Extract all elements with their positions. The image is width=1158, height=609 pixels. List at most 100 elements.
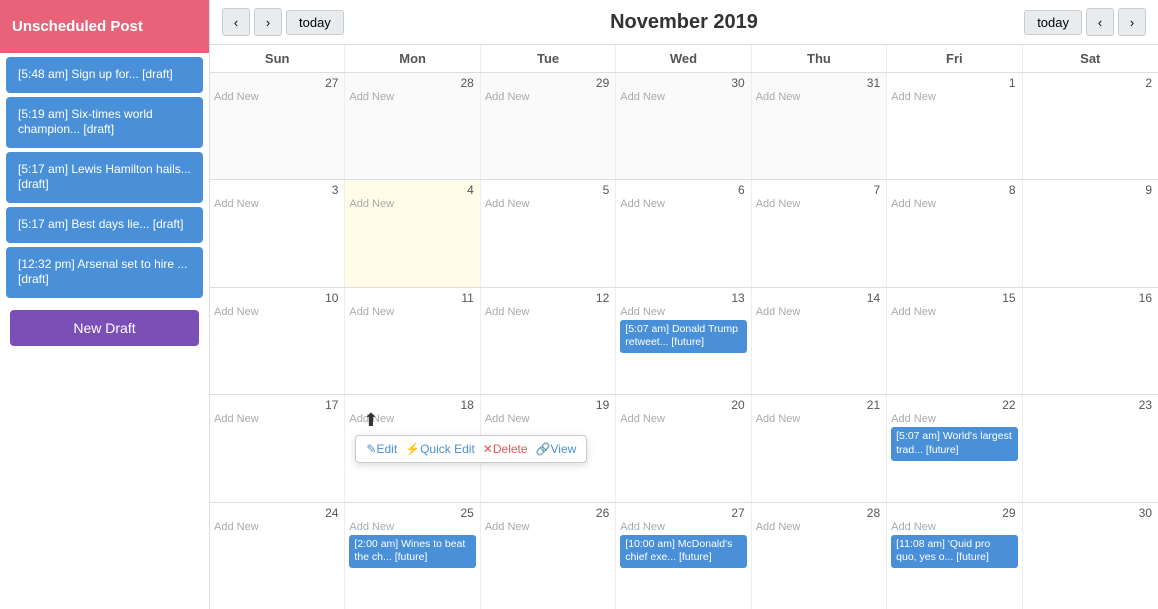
day-cell: 25Add New[2:00 am] Wines to beat the ch.… — [345, 503, 480, 609]
day-number: 30 — [620, 75, 746, 91]
calendar-event[interactable]: [10:00 am] McDonald's chief exe... [futu… — [620, 535, 746, 568]
day-number: 3 — [214, 182, 340, 198]
day-number: 20 — [620, 397, 746, 413]
next-month-button-right[interactable]: › — [1118, 8, 1146, 36]
day-cell: 28Add New — [752, 503, 887, 609]
view-link[interactable]: 🔗View — [536, 442, 577, 456]
sidebar-post-item[interactable]: [5:17 am] Best days lie... [draft] — [6, 207, 203, 243]
add-new-link[interactable]: Add New — [485, 413, 611, 425]
day-cell: 29Add New — [481, 73, 616, 179]
add-new-link[interactable]: Add New — [620, 91, 746, 103]
day-cell: 7Add New — [752, 180, 887, 286]
edit-link[interactable]: ✎Edit — [366, 442, 397, 456]
day-cell: 15Add New — [887, 288, 1022, 394]
sidebar-post-item[interactable]: [12:32 pm] Arsenal set to hire ... [draf… — [6, 247, 203, 298]
calendar-title: November 2019 — [610, 11, 758, 34]
day-header: Wed — [616, 45, 751, 72]
day-number: 11 — [349, 290, 475, 306]
week-row: 24Add New25Add New[2:00 am] Wines to bea… — [210, 503, 1158, 609]
day-cell: 3Add New — [210, 180, 345, 286]
calendar-event[interactable]: [5:07 am] Donald Trump retweet... [futur… — [620, 320, 746, 353]
add-new-link[interactable]: Add New — [620, 413, 746, 425]
right-nav-group: today ‹ › — [1024, 8, 1146, 36]
day-cell: 10Add New — [210, 288, 345, 394]
add-new-link[interactable]: Add New — [756, 91, 882, 103]
day-cell: 11Add New — [345, 288, 480, 394]
day-number: 2 — [1027, 75, 1154, 91]
day-cell: 2 — [1023, 73, 1158, 179]
day-cell: 12Add New — [481, 288, 616, 394]
sidebar-post-item[interactable]: [5:48 am] Sign up for... [draft] — [6, 57, 203, 93]
week-row: 10Add New11Add New12Add New13Add New[5:0… — [210, 288, 1158, 395]
new-draft-button[interactable]: New Draft — [10, 310, 198, 346]
add-new-link[interactable]: Add New — [620, 198, 746, 210]
day-cell: 23 — [1023, 395, 1158, 501]
add-new-link[interactable]: Add New — [214, 306, 340, 318]
sidebar-post-item[interactable]: [5:17 am] Lewis Hamilton hails... [draft… — [6, 152, 203, 203]
day-number: 30 — [1027, 505, 1154, 521]
add-new-link[interactable]: Add New — [214, 413, 340, 425]
add-new-link[interactable]: Add New — [891, 413, 1017, 425]
day-number: 22 — [891, 397, 1017, 413]
day-cell: 28Add New — [345, 73, 480, 179]
add-new-link[interactable]: Add New — [349, 306, 475, 318]
event-context-menu: ✎Edit ⚡Quick Edit ✕Delete 🔗View — [355, 435, 587, 463]
today-button-left[interactable]: today — [286, 10, 344, 35]
add-new-link[interactable]: Add New — [485, 306, 611, 318]
add-new-link[interactable]: Add New — [756, 413, 882, 425]
day-cell: 24Add New — [210, 503, 345, 609]
add-new-link[interactable]: Add New — [485, 198, 611, 210]
add-new-link[interactable]: Add New — [891, 91, 1017, 103]
day-cell: 8Add New — [887, 180, 1022, 286]
day-cell: 9 — [1023, 180, 1158, 286]
day-cell: 31Add New — [752, 73, 887, 179]
day-number: 23 — [1027, 397, 1154, 413]
calendar-event[interactable]: [11:08 am] 'Quid pro quo, yes o... [futu… — [891, 535, 1017, 568]
add-new-link[interactable]: Add New — [485, 91, 611, 103]
prev-month-button-right[interactable]: ‹ — [1086, 8, 1114, 36]
add-new-link[interactable]: Add New — [620, 306, 746, 318]
unscheduled-post-header[interactable]: Unscheduled Post — [0, 0, 209, 53]
delete-link[interactable]: ✕Delete — [483, 442, 528, 456]
day-cell: 26Add New — [481, 503, 616, 609]
add-new-link[interactable]: Add New — [756, 306, 882, 318]
day-number: 19 — [485, 397, 611, 413]
day-cell: 30Add New — [616, 73, 751, 179]
today-button-right[interactable]: today — [1024, 10, 1082, 35]
prev-month-button-left[interactable]: ‹ — [222, 8, 250, 36]
week-row: 17Add New18Add New⬆✎Edit⚡Quick Edit✕Dele… — [210, 395, 1158, 502]
add-new-link[interactable]: Add New — [620, 521, 746, 533]
add-new-link[interactable]: Add New — [349, 198, 475, 210]
quick-edit-link[interactable]: ⚡Quick Edit — [405, 442, 475, 456]
sidebar-post-item[interactable]: [5:19 am] Six-times world champion... [d… — [6, 97, 203, 148]
day-header: Thu — [752, 45, 887, 72]
day-number: 5 — [485, 182, 611, 198]
add-new-link[interactable]: Add New — [891, 198, 1017, 210]
add-new-link[interactable]: Add New — [214, 521, 340, 533]
day-cell: 17Add New — [210, 395, 345, 501]
day-number: 29 — [891, 505, 1017, 521]
calendar-header: ‹ › today November 2019 today ‹ › — [210, 0, 1158, 45]
add-new-link[interactable]: Add New — [349, 521, 475, 533]
add-new-link[interactable]: Add New — [891, 306, 1017, 318]
add-new-link[interactable]: Add New — [485, 521, 611, 533]
day-cell: 1Add New — [887, 73, 1022, 179]
add-new-link[interactable]: Add New — [756, 198, 882, 210]
add-new-link[interactable]: Add New — [891, 521, 1017, 533]
day-header: Fri — [887, 45, 1022, 72]
add-new-link[interactable]: Add New — [214, 198, 340, 210]
add-new-link[interactable]: Add New — [214, 91, 340, 103]
next-month-button-left[interactable]: › — [254, 8, 282, 36]
day-number: 27 — [214, 75, 340, 91]
day-number: 24 — [214, 505, 340, 521]
day-headers: SunMonTueWedThuFriSat — [210, 45, 1158, 73]
day-number: 10 — [214, 290, 340, 306]
add-new-link[interactable]: Add New — [756, 521, 882, 533]
add-new-link[interactable]: Add New — [349, 91, 475, 103]
day-number: 9 — [1027, 182, 1154, 198]
calendar-event[interactable]: [2:00 am] Wines to beat the ch... [futur… — [349, 535, 475, 568]
day-cell: 14Add New — [752, 288, 887, 394]
calendar-event[interactable]: [5:07 am] World's largest trad... [futur… — [891, 427, 1017, 460]
cursor-icon: ⬆ — [363, 410, 378, 431]
weeks-container: 27Add New28Add New29Add New30Add New31Ad… — [210, 73, 1158, 609]
